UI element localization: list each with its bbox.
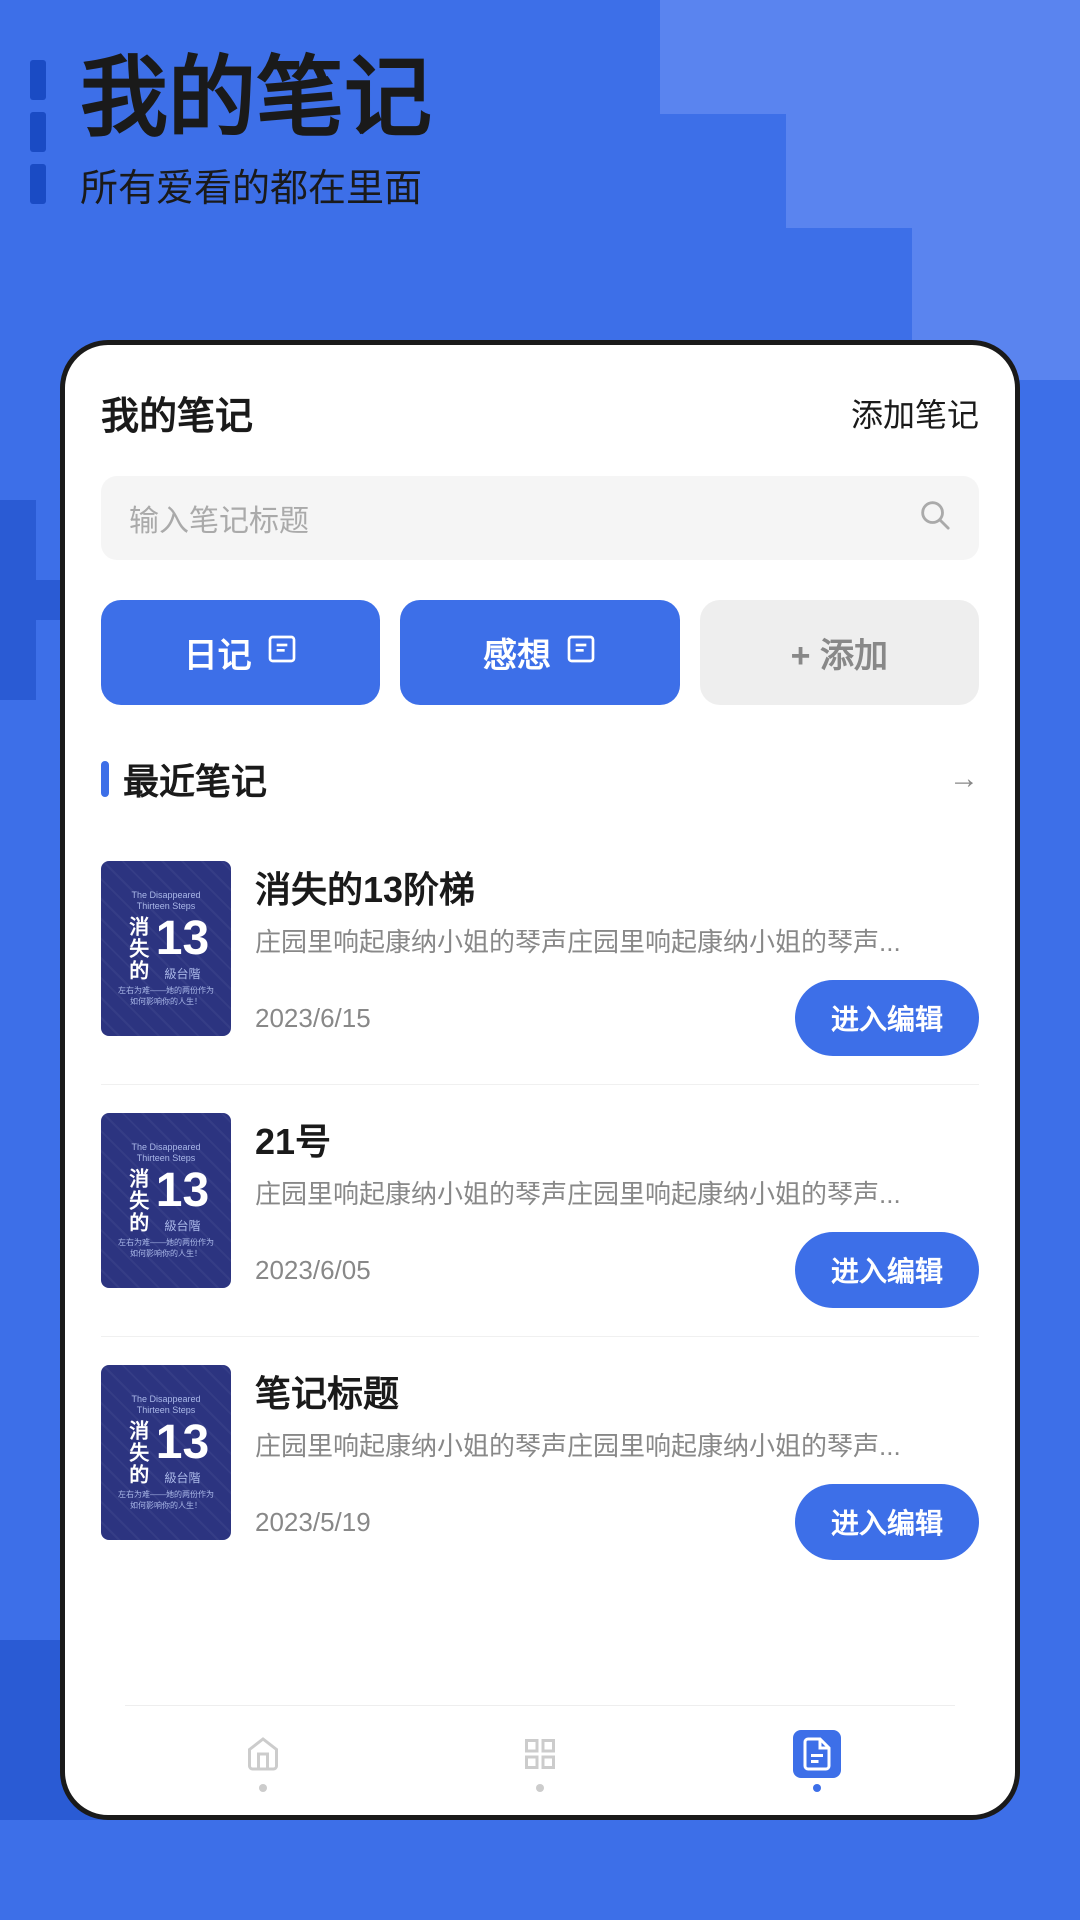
notes-list: The DisappearedThirteen Steps 消失的 13 級台階… (101, 833, 979, 1588)
note-date-3: 2023/5/19 (255, 1507, 371, 1538)
nav-dot-grid (536, 1784, 544, 1792)
note-content-3: 笔记标题 庄园里响起康纳小姐的琴声庄园里响起康纳小姐的琴声... 2023/5/… (255, 1365, 979, 1560)
edit-button-1[interactable]: 进入编辑 (795, 980, 979, 1056)
note-item: The DisappearedThirteen Steps 消失的 13 級台階… (101, 1337, 979, 1588)
note-preview-1: 庄园里响起康纳小姐的琴声庄园里响起康纳小姐的琴声... (255, 923, 979, 962)
book-cover-2: The DisappearedThirteen Steps 消失的 13 級台階… (101, 1113, 231, 1288)
book-cover-3: The DisappearedThirteen Steps 消失的 13 級台階… (101, 1365, 231, 1540)
section-accent-bar (101, 761, 109, 797)
header-section: 我的笔记 所有爱看的都在里面 (80, 50, 432, 212)
category-diary-button[interactable]: 日记 (101, 600, 380, 705)
edit-button-2[interactable]: 进入编辑 (795, 1232, 979, 1308)
note-item: The DisappearedThirteen Steps 消失的 13 級台階… (101, 1085, 979, 1337)
main-card: 我的笔记 添加笔记 输入笔记标题 日记 感想 (60, 340, 1020, 1820)
note-title-2: 21号 (255, 1113, 979, 1165)
grid-icon (516, 1730, 564, 1778)
impression-icon (565, 633, 597, 673)
note-footer-3: 2023/5/19 进入编辑 (255, 1484, 979, 1560)
note-preview-2: 庄园里响起康纳小姐的琴声庄园里响起康纳小姐的琴声... (255, 1175, 979, 1214)
category-row: 日记 感想 + 添加 (101, 600, 979, 705)
category-impression-label: 感想 (483, 628, 551, 677)
edit-button-3[interactable]: 进入编辑 (795, 1484, 979, 1560)
nav-item-notes[interactable] (793, 1730, 841, 1792)
search-icon (917, 497, 951, 540)
note-item: The DisappearedThirteen Steps 消失的 13 級台階… (101, 833, 979, 1085)
nav-item-grid[interactable] (516, 1730, 564, 1792)
note-content-1: 消失的13阶梯 庄园里响起康纳小姐的琴声庄园里响起康纳小姐的琴声... 2023… (255, 861, 979, 1056)
category-add-label: + 添加 (791, 628, 888, 677)
notes-icon (793, 1730, 841, 1778)
book-cover-1: The DisappearedThirteen Steps 消失的 13 級台階… (101, 861, 231, 1036)
section-title-wrap: 最近笔记 (101, 753, 267, 805)
add-note-button[interactable]: 添加笔记 (851, 390, 979, 436)
note-preview-3: 庄园里响起康纳小姐的琴声庄园里响起康纳小姐的琴声... (255, 1427, 979, 1466)
search-placeholder: 输入笔记标题 (129, 496, 309, 540)
note-title-1: 消失的13阶梯 (255, 861, 979, 913)
bottom-nav (125, 1705, 955, 1815)
accent-bars (30, 60, 46, 204)
note-footer-1: 2023/6/15 进入编辑 (255, 980, 979, 1056)
card-header: 我的笔记 添加笔记 (101, 385, 979, 440)
note-footer-2: 2023/6/05 进入编辑 (255, 1232, 979, 1308)
section-title: 最近笔记 (123, 753, 267, 805)
bg-decoration-left-mid (0, 500, 60, 700)
nav-item-home[interactable] (239, 1730, 287, 1792)
nav-dot-notes (813, 1784, 821, 1792)
main-title: 我的笔记 (80, 50, 432, 147)
category-add-button[interactable]: + 添加 (700, 600, 979, 705)
section-arrow-icon[interactable]: → (949, 762, 979, 796)
search-bar[interactable]: 输入笔记标题 (101, 476, 979, 560)
note-date-1: 2023/6/15 (255, 1003, 371, 1034)
diary-icon (266, 633, 298, 673)
note-content-2: 21号 庄园里响起康纳小姐的琴声庄园里响起康纳小姐的琴声... 2023/6/0… (255, 1113, 979, 1308)
home-icon (239, 1730, 287, 1778)
card-title: 我的笔记 (101, 385, 253, 440)
sub-title: 所有爱看的都在里面 (80, 157, 432, 212)
note-title-3: 笔记标题 (255, 1365, 979, 1417)
category-impression-button[interactable]: 感想 (400, 600, 679, 705)
section-header: 最近笔记 → (101, 753, 979, 805)
bg-decoration-top-right (660, 0, 1080, 380)
nav-dot-home (259, 1784, 267, 1792)
note-date-2: 2023/6/05 (255, 1255, 371, 1286)
category-diary-label: 日记 (184, 628, 252, 677)
